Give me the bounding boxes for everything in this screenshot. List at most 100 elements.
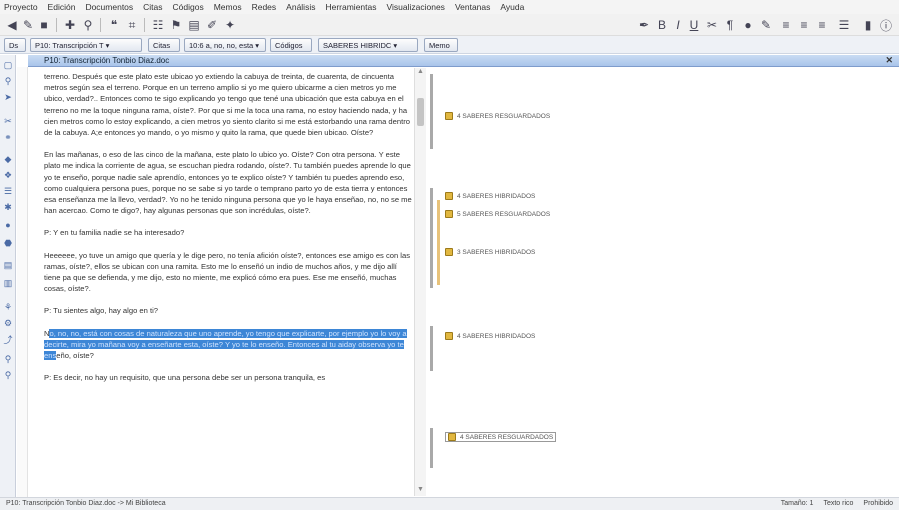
paragraph[interactable]: P: Y en tu familia nadie se ha interesad… [44, 227, 414, 238]
save-icon[interactable]: ■ [36, 17, 52, 33]
margin-bar[interactable] [430, 74, 433, 149]
brush-icon[interactable]: ✎ [758, 17, 774, 33]
network-view-icon[interactable]: ⚘ [2, 301, 14, 313]
link-icon[interactable]: ⚭ [2, 131, 14, 143]
status-state: Prohibido [863, 500, 893, 507]
toolbar-separator [100, 18, 101, 32]
menu-visualizaciones[interactable]: Visualizaciones [387, 2, 445, 12]
select-icon[interactable]: ▢ [2, 59, 14, 71]
scroll-thumb[interactable] [417, 98, 424, 126]
bold-icon[interactable]: B [654, 17, 670, 33]
open-icon[interactable]: ✎ [20, 17, 36, 33]
menu-herramientas[interactable]: Herramientas [325, 2, 376, 12]
pen-icon[interactable]: ✒ [636, 17, 652, 33]
menu-documentos[interactable]: Documentos [85, 2, 133, 12]
quotation-icon[interactable]: ❝ [106, 17, 122, 33]
menu-analisis[interactable]: Análisis [286, 2, 315, 12]
align-left-icon[interactable]: ≡ [778, 17, 794, 33]
export-icon[interactable]: ⤴ [2, 333, 14, 345]
cut-quotation-icon[interactable]: ✂ [2, 115, 14, 127]
document-titlebar: P10: Transcripción Tonbio Diaz.doc ✕ [28, 55, 899, 67]
margin-code[interactable]: 5 SABERES RESGUARDADOS [445, 210, 550, 218]
align-right-icon[interactable]: ≡ [814, 17, 830, 33]
left-toolbar: ▢ ⚲ ➤ ✂ ⚭ ◆ ❖ ☰ ✱ ● ⬣ ▤ ▥ ⚘ ⚙ ⤴ ⚲ ⚲ [0, 55, 16, 497]
filter-icon[interactable]: ⚙ [2, 317, 14, 329]
query-icon[interactable]: ☷ [150, 17, 166, 33]
report-icon[interactable]: ▤ [186, 17, 202, 33]
paragraph[interactable]: Heeeeee, yo tuve un amigo que quería y l… [44, 250, 414, 295]
margin-code-label: 4 SABERES HIBRIDADOS [457, 192, 536, 200]
cut-icon[interactable]: ✂ [704, 17, 720, 33]
color-icon[interactable]: ● [740, 17, 756, 33]
zoom-in-icon[interactable]: ⚲ [2, 353, 14, 365]
zoom-icon[interactable]: ⚲ [2, 75, 14, 87]
align-center-icon[interactable]: ≡ [796, 17, 812, 33]
print-icon[interactable]: ▮ [860, 17, 876, 33]
margin-code-label: 4 SABERES RESGUARDADOS [457, 112, 551, 120]
menu-ventanas[interactable]: Ventanas [455, 2, 490, 12]
menu-codigos[interactable]: Códigos [173, 2, 204, 12]
info-icon[interactable]: ⓘ [878, 17, 894, 33]
code-select[interactable]: SABERES HIBRIDC ▾ [318, 38, 418, 52]
quick-code-icon[interactable]: ✱ [2, 201, 14, 213]
add-document-icon[interactable]: ✚ [62, 17, 78, 33]
paragraph[interactable]: P: Es decir, no hay un requisito, que un… [44, 372, 414, 383]
menu-redes[interactable]: Redes [252, 2, 277, 12]
code-icon[interactable]: ⌗ [124, 17, 140, 33]
menu-ayuda[interactable]: Ayuda [500, 2, 524, 12]
navigator-toolbar: Ds P10: Transcripción T ▾ Citas 10:6 a, … [0, 36, 899, 54]
document-text[interactable]: terreno. Después que este plato este ubi… [44, 71, 414, 495]
close-icon[interactable]: ✕ [885, 55, 893, 66]
margin-bar[interactable] [437, 200, 440, 285]
memo-icon[interactable]: ● [2, 219, 14, 231]
margin-code-selected[interactable]: 4 SABERES RESGUARDADOS [445, 432, 557, 442]
citas-button[interactable]: Citas [148, 38, 180, 52]
code-list-icon[interactable]: ☰ [2, 185, 14, 197]
menu-edicion[interactable]: Edición [48, 2, 76, 12]
margin-bar[interactable] [430, 326, 433, 371]
margin-code[interactable]: 3 SABERES HIBRIDADOS [445, 248, 535, 256]
menu-memos[interactable]: Memos [214, 2, 242, 12]
selected-quotation[interactable]: o, no, no, está con cosas de naturaleza … [44, 328, 407, 361]
selected-paragraph[interactable]: No, no, no, está con cosas de naturaleza… [44, 328, 414, 362]
paragraph[interactable]: P: Tu sientes algo, hay algo en ti? [44, 305, 414, 316]
margin-icon[interactable]: ▤ [2, 259, 14, 271]
search-icon[interactable]: ⚲ [80, 17, 96, 33]
edit-icon[interactable]: ✐ [204, 17, 220, 33]
margin-code[interactable]: 4 SABERES RESGUARDADOS [445, 112, 550, 120]
drag-icon[interactable]: ⬣ [2, 237, 14, 249]
margin-code[interactable]: 4 SABERES HIBRIDADOS [445, 192, 535, 200]
open-code-icon[interactable]: ◆ [2, 153, 14, 165]
in-vivo-icon[interactable]: ❖ [2, 169, 14, 181]
code-icon [445, 112, 453, 120]
line-gutter [17, 67, 28, 497]
paragraph[interactable]: terreno. Después que este plato este ubi… [44, 71, 414, 138]
margin-bar[interactable] [430, 428, 433, 468]
docs-button[interactable]: Ds [4, 38, 26, 52]
code-icon [445, 210, 453, 218]
document-select[interactable]: P10: Transcripción T ▾ [30, 38, 142, 52]
split-icon[interactable]: ▥ [2, 277, 14, 289]
zoom-out-icon[interactable]: ⚲ [2, 369, 14, 381]
network-icon[interactable]: ⚑ [168, 17, 184, 33]
back-icon[interactable]: ◀ [4, 17, 20, 33]
quotation-select[interactable]: 10:6 a, no, no, esta ▾ [184, 38, 266, 52]
italic-icon[interactable]: I [670, 17, 686, 33]
scroll-up-icon[interactable]: ▲ [415, 68, 426, 78]
vertical-scrollbar[interactable]: ▲ ▼ [414, 68, 426, 496]
list-icon[interactable]: ☰ [836, 17, 852, 33]
memos-button[interactable]: Memo [424, 38, 458, 52]
paragraph-icon[interactable]: ¶ [722, 17, 738, 33]
scroll-down-icon[interactable]: ▼ [415, 486, 426, 496]
codigos-button[interactable]: Códigos [270, 38, 312, 52]
underline-icon[interactable]: U [686, 17, 702, 33]
code-icon [445, 192, 453, 200]
pointer-icon[interactable]: ➤ [2, 91, 14, 103]
margin-bar[interactable] [430, 188, 433, 288]
paragraph[interactable]: En las mañanas, o eso de las cinco de la… [44, 149, 414, 216]
tools-icon[interactable]: ✦ [222, 17, 238, 33]
menu-citas[interactable]: Citas [143, 2, 162, 12]
margin-code[interactable]: 4 SABERES HIBRIDADOS [445, 332, 535, 340]
menu-proyecto[interactable]: Proyecto [4, 2, 38, 12]
status-bar: P10: Transcripción Tonbio Diaz.doc -> Mi… [0, 497, 899, 510]
